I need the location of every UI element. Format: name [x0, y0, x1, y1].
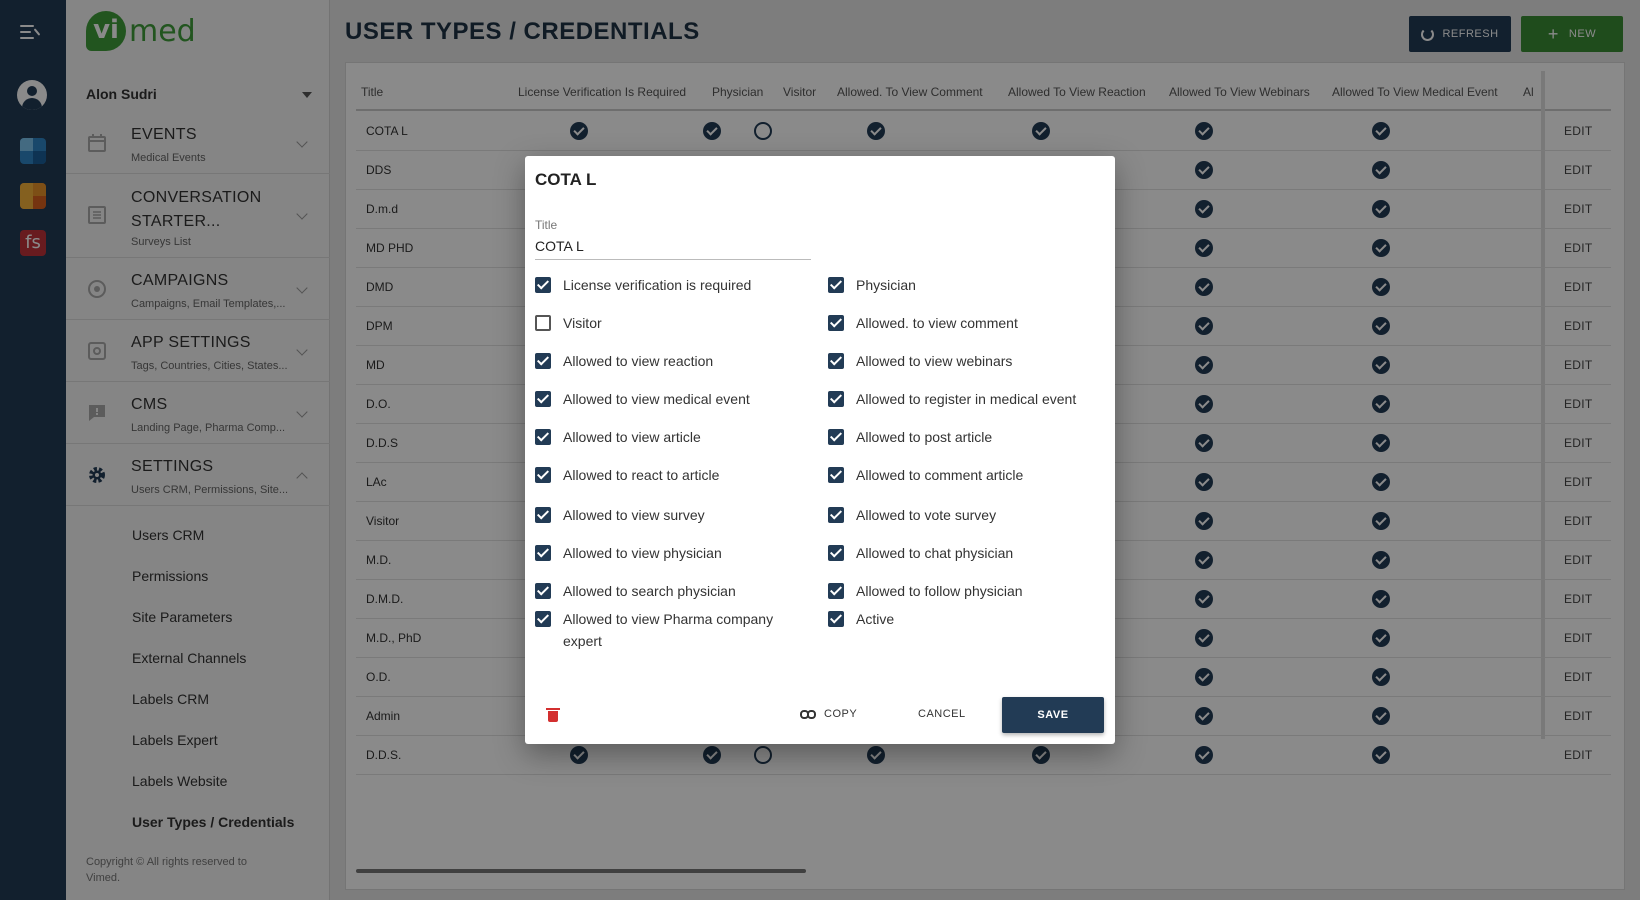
title-field-label: Title: [535, 218, 558, 232]
checkbox-label: Physician: [856, 277, 916, 293]
checkbox-label: Allowed to chat physician: [856, 545, 1014, 561]
permission-checkbox-row[interactable]: Physician: [828, 276, 1096, 296]
permission-checkbox-row[interactable]: Allowed to search physician: [535, 582, 803, 602]
checkbox-checked[interactable]: [828, 583, 844, 599]
checkbox-label: Allowed to vote survey: [856, 507, 997, 523]
checkbox-checked[interactable]: [828, 391, 844, 407]
checkbox-checked[interactable]: [535, 507, 551, 523]
checkbox-label: Allowed to view physician: [563, 545, 722, 561]
checkbox-label: Allowed to view medical event: [563, 391, 750, 407]
permission-checkbox-row[interactable]: Allowed to chat physician: [828, 544, 1096, 564]
checkbox-checked[interactable]: [828, 277, 844, 293]
checkbox-checked[interactable]: [828, 611, 844, 627]
save-button[interactable]: SAVE: [1002, 697, 1104, 733]
checkbox-label: Allowed to react to article: [563, 467, 720, 483]
copy-label: COPY: [824, 708, 858, 720]
permission-checkbox-row[interactable]: Allowed to view physician: [535, 544, 803, 564]
permission-checkbox-row[interactable]: Allowed to view survey: [535, 506, 803, 526]
checkbox-label: Allowed to view webinars: [856, 353, 1013, 369]
checkbox-checked[interactable]: [535, 467, 551, 483]
permission-checkbox-row[interactable]: Allowed to view medical event: [535, 390, 803, 410]
checkbox-label: Allowed to follow physician: [856, 583, 1023, 599]
checkbox-checked[interactable]: [535, 545, 551, 561]
checkbox-checked[interactable]: [828, 429, 844, 445]
checkbox-label: Allowed to search physician: [563, 583, 736, 599]
edit-user-type-dialog: COTA L Title COTA L License verification…: [525, 156, 1115, 744]
title-input[interactable]: COTA L: [535, 238, 811, 260]
checkbox-checked[interactable]: [535, 583, 551, 599]
checkbox-checked[interactable]: [828, 507, 844, 523]
permission-checkbox-row[interactable]: Visitor: [535, 314, 803, 334]
link-icon: [800, 709, 816, 719]
cancel-button[interactable]: CANCEL: [918, 700, 966, 728]
permission-checkbox-row[interactable]: Allowed. to view comment: [828, 314, 1096, 334]
checkbox-label: License verification is required: [563, 277, 752, 293]
permission-checkbox-row[interactable]: Allowed to register in medical event: [828, 390, 1096, 410]
permission-checkbox-row[interactable]: Active: [828, 610, 1096, 630]
checkbox-label: Allowed to view article: [563, 429, 701, 445]
checkbox-label: Allowed to view Pharma company expert: [563, 611, 774, 649]
checkbox-checked[interactable]: [535, 429, 551, 445]
permission-checkbox-row[interactable]: Allowed to view webinars: [828, 352, 1096, 372]
permission-checkbox-row[interactable]: Allowed to comment article: [828, 466, 1096, 486]
checkbox-label: Allowed to view survey: [563, 507, 705, 523]
permission-checkbox-row[interactable]: Allowed to view article: [535, 428, 803, 448]
checkbox-label: Allowed. to view comment: [856, 315, 1018, 331]
permission-checkbox-row[interactable]: Allowed to follow physician: [828, 582, 1096, 602]
dialog-title: COTA L: [535, 170, 597, 189]
permission-checkbox-row[interactable]: Allowed to vote survey: [828, 506, 1096, 526]
checkbox-label: Allowed to register in medical event: [856, 391, 1077, 407]
permission-checkbox-row[interactable]: Allowed to view Pharma company expert: [535, 610, 803, 652]
checkbox-checked[interactable]: [535, 391, 551, 407]
checkbox-checked[interactable]: [535, 277, 551, 293]
checkbox-checked[interactable]: [828, 467, 844, 483]
permission-checkbox-row[interactable]: License verification is required: [535, 276, 803, 296]
checkbox-checked[interactable]: [828, 353, 844, 369]
permission-checkbox-row[interactable]: Allowed to react to article: [535, 466, 803, 486]
checkbox-label: Allowed to post article: [856, 429, 993, 445]
delete-icon[interactable]: [546, 708, 560, 722]
permission-checkbox-row[interactable]: Allowed to post article: [828, 428, 1096, 448]
checkbox-checked[interactable]: [535, 353, 551, 369]
permission-checkbox-row[interactable]: Allowed to view reaction: [535, 352, 803, 372]
checkbox-unchecked[interactable]: [535, 315, 551, 331]
checkbox-label: Allowed to comment article: [856, 467, 1024, 483]
checkbox-label: Visitor: [563, 315, 602, 331]
checkbox-checked[interactable]: [828, 315, 844, 331]
copy-button[interactable]: COPY: [800, 700, 857, 728]
checkbox-label: Active: [856, 611, 895, 627]
checkbox-checked[interactable]: [828, 545, 844, 561]
checkbox-checked[interactable]: [535, 611, 551, 627]
checkbox-label: Allowed to view reaction: [563, 353, 714, 369]
